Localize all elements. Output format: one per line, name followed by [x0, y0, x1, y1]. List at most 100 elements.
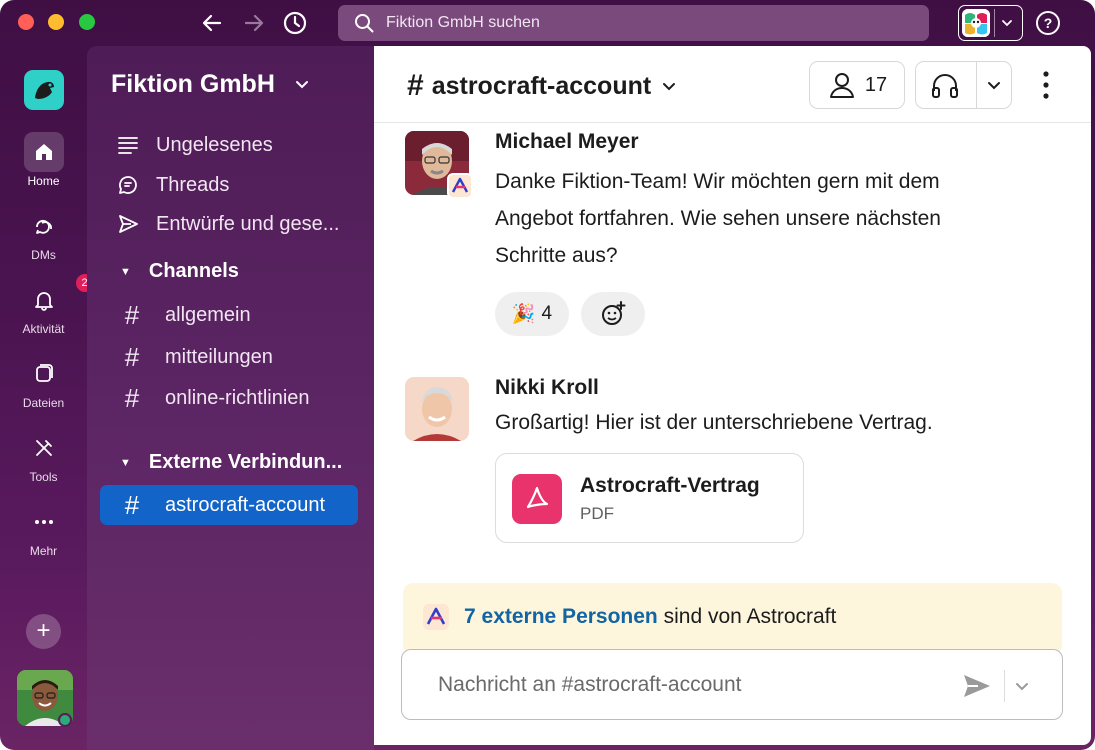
- sidebar-item-label: Entwürfe und gese...: [156, 212, 340, 235]
- more-dots-icon: [24, 502, 64, 542]
- search-bar[interactable]: Fiktion GmbH suchen: [338, 5, 929, 41]
- channel-label: online-richtlinien: [165, 386, 310, 409]
- rail-home[interactable]: Home: [0, 132, 87, 188]
- section-label: Externe Verbindun...: [148, 451, 343, 473]
- channel-view: # astrocraft-account 17 Michael Meyer Da…: [374, 46, 1091, 745]
- history-clock-icon[interactable]: [281, 9, 309, 37]
- close-window-button[interactable]: [18, 14, 34, 30]
- divider: [1004, 670, 1005, 702]
- app-window: Fiktion GmbH suchen ? Home DMs 2 Aktivit…: [0, 0, 1095, 750]
- help-icon[interactable]: ?: [1036, 11, 1060, 35]
- pdf-icon: [512, 474, 562, 524]
- astrocraft-logo-icon: [423, 604, 449, 630]
- rail-label-more: Mehr: [29, 544, 58, 558]
- banner-text: 7 externe Personen sind von Astrocraft: [464, 605, 836, 629]
- title-bar: Fiktion GmbH suchen ?: [0, 0, 1095, 46]
- rail-label-tools: Tools: [29, 470, 58, 484]
- channel-label: allgemein: [165, 303, 251, 326]
- section-channels[interactable]: ▼ Channels: [120, 260, 239, 283]
- maximize-window-button[interactable]: [79, 14, 95, 30]
- headphones-icon: [932, 74, 958, 98]
- workspace-logo-icon: [962, 9, 990, 37]
- hash-icon: #: [124, 341, 140, 372]
- channel-label: astrocraft-account: [165, 493, 326, 516]
- sidebar-item-online-richtlinien[interactable]: # online-richtlinien: [100, 378, 358, 418]
- bell-icon: 2: [24, 274, 94, 320]
- message-author[interactable]: Nikki Kroll: [495, 376, 599, 400]
- hash-icon: #: [124, 382, 140, 413]
- send-icon: [108, 212, 148, 236]
- external-people-link[interactable]: 7 externe Personen: [464, 605, 658, 628]
- channel-title[interactable]: # astrocraft-account: [407, 69, 677, 103]
- sidebar-item-astrocraft-account[interactable]: # astrocraft-account: [100, 485, 358, 525]
- message-author[interactable]: Michael Meyer: [495, 130, 639, 154]
- channel-title-label: astrocraft-account: [431, 71, 652, 100]
- back-arrow-icon[interactable]: [198, 9, 226, 37]
- workspace-switcher[interactable]: [958, 5, 1023, 41]
- hash-icon: #: [407, 69, 424, 102]
- add-workspace-button[interactable]: +: [26, 614, 61, 649]
- forward-arrow-icon[interactable]: [240, 9, 268, 37]
- rail-label-files: Dateien: [22, 396, 65, 410]
- rail-label-home: Home: [27, 174, 60, 188]
- sidebar-item-mitteilungen[interactable]: # mitteilungen: [100, 337, 358, 377]
- hash-icon: #: [124, 299, 140, 330]
- chevron-down-icon[interactable]: [986, 77, 1002, 93]
- sidebar-item-drafts[interactable]: Entwürfe und gese...: [100, 204, 358, 244]
- rail-more[interactable]: Mehr: [0, 502, 87, 558]
- chevron-down-icon[interactable]: [1014, 678, 1030, 694]
- add-reaction-button[interactable]: [581, 292, 645, 336]
- app-logo-icon[interactable]: [24, 70, 64, 110]
- chevron-down-icon: [994, 9, 1018, 37]
- reaction-count: 4: [541, 303, 553, 324]
- presence-indicator: [58, 713, 72, 727]
- search-icon: [355, 14, 374, 33]
- rail-files[interactable]: Dateien: [0, 354, 87, 410]
- channel-sidebar: Fiktion GmbH Ungelesenes Threads Entwürf…: [87, 46, 374, 750]
- members-button[interactable]: 17: [809, 61, 905, 109]
- astrocraft-logo-icon: [447, 173, 473, 199]
- app-rail: Home DMs 2 Aktivität Dateien Tools Mehr …: [0, 46, 94, 750]
- avatar[interactable]: [405, 377, 469, 441]
- section-external[interactable]: ▼ Externe Verbindun...: [120, 451, 342, 474]
- rail-tools[interactable]: Tools: [0, 428, 87, 484]
- rail-label-activity: Aktivität: [22, 322, 65, 336]
- message-text: Danke Fiktion-Team! Wir möchten gern mit…: [495, 170, 941, 267]
- hash-icon: #: [124, 489, 140, 520]
- caret-down-icon: ▼: [120, 265, 131, 278]
- sidebar-item-label: Ungelesenes: [156, 133, 273, 156]
- member-count: 17: [864, 73, 888, 96]
- sidebar-item-allgemein[interactable]: # allgemein: [100, 295, 358, 335]
- composer-placeholder: Nachricht an #astrocraft-account: [438, 673, 742, 696]
- channel-label: mitteilungen: [165, 345, 273, 368]
- home-icon: [23, 132, 64, 172]
- rail-activity[interactable]: 2 Aktivität: [0, 274, 94, 336]
- channel-header: # astrocraft-account 17: [374, 46, 1091, 123]
- threads-icon: [108, 173, 148, 197]
- rail-label-dms: DMs: [31, 248, 56, 262]
- search-placeholder: Fiktion GmbH suchen: [386, 14, 540, 31]
- tools-icon: [24, 428, 64, 468]
- dm-icon: [24, 206, 64, 246]
- section-label: Channels: [148, 260, 239, 282]
- add-emoji-icon: [602, 301, 626, 325]
- chevron-down-icon: [663, 83, 676, 91]
- reaction-chip[interactable]: 🎉 4: [495, 292, 569, 336]
- sidebar-item-label: Threads: [156, 173, 230, 196]
- sidebar-item-unreads[interactable]: Ungelesenes: [100, 125, 358, 165]
- message-composer[interactable]: Nachricht an #astrocraft-account: [401, 649, 1063, 720]
- chevron-down-icon[interactable]: [294, 76, 310, 92]
- sidebar-item-threads[interactable]: Threads: [100, 165, 358, 205]
- minimize-window-button[interactable]: [48, 14, 64, 30]
- workspace-name[interactable]: Fiktion GmbH: [111, 70, 275, 99]
- send-icon[interactable]: [962, 672, 992, 700]
- person-icon: [829, 73, 854, 98]
- banner-rest: sind von Astrocraft: [657, 605, 837, 628]
- external-people-banner: 7 externe Personen sind von Astrocraft: [403, 583, 1062, 655]
- file-type: PDF: [580, 504, 614, 523]
- rail-dms[interactable]: DMs: [0, 206, 87, 262]
- file-attachment[interactable]: Astrocraft-Vertrag PDF: [495, 453, 804, 543]
- file-name: Astrocraft-Vertrag: [580, 474, 760, 497]
- huddle-button[interactable]: [915, 61, 1012, 109]
- kebab-menu-icon[interactable]: [1034, 68, 1058, 102]
